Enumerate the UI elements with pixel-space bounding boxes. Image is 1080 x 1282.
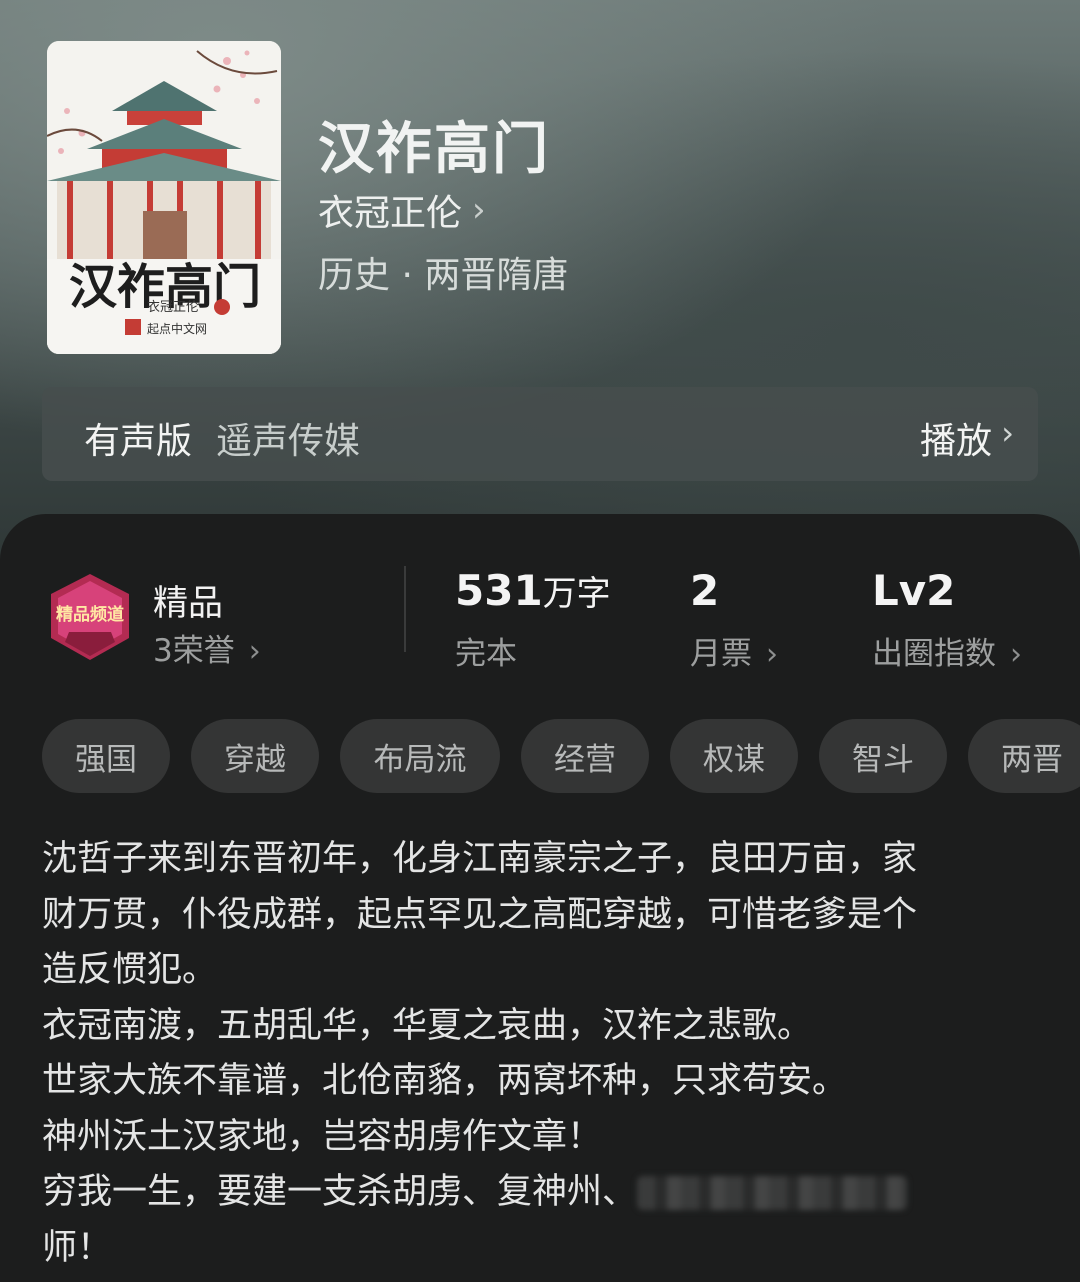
popularity-index-label: 出圈指数 <box>872 636 996 672</box>
tag-list: 强国 穿越 布局流 经营 权谋 智斗 两晋 <box>42 719 1080 793</box>
word-count-unit: 万字 <box>542 574 611 614</box>
play-button[interactable]: 播放 <box>920 412 992 464</box>
book-cover[interactable]: 汉祚高门 衣冠正伦 起点中文网 <box>47 41 281 354</box>
synopsis-line: 造反惯犯。 <box>42 950 218 990</box>
blurred-text-region <box>637 1176 908 1210</box>
premium-channel-badge-icon[interactable]: 精品频道 <box>45 572 135 662</box>
author-link[interactable]: 衣冠正伦 › <box>318 184 486 236</box>
synopsis-line: 师！ <box>42 1227 113 1268</box>
honors-link[interactable]: 3荣誉 › <box>153 625 261 670</box>
audio-edition-bar[interactable]: 有声版 遥声传媒 播放 › <box>42 387 1038 481</box>
popularity-level-value: Lv2 <box>872 566 956 615</box>
synopsis-line-with-redaction: 穷我一生，要建一支杀胡虏、复神州、 <box>42 1165 1032 1221</box>
chevron-right-icon: › <box>248 634 261 669</box>
tag-chip[interactable]: 布局流 <box>340 719 500 793</box>
synopsis-line: 神州沃土汉家地，岂容胡虏作文章！ <box>42 1116 603 1157</box>
chevron-right-icon: › <box>472 190 486 230</box>
cover-illustration: 汉祚高门 衣冠正伦 起点中文网 <box>47 41 281 354</box>
book-title: 汉祚高门 <box>318 116 550 182</box>
popularity-index-link[interactable]: 出圈指数 › <box>872 628 1022 673</box>
author-name: 衣冠正伦 <box>318 193 463 234</box>
chevron-right-icon: › <box>1010 637 1022 672</box>
synopsis-line: 世家大族不靠谱，北伧南貉，两窝坏种，只求苟安。 <box>42 1061 848 1101</box>
word-count: 531万字 <box>455 566 611 615</box>
chevron-right-icon: › <box>1001 414 1014 452</box>
audio-publisher: 遥声传媒 <box>216 421 361 462</box>
synopsis-line: 沈哲子来到东晋初年，化身江南豪宗之子，良田万亩，家 <box>42 839 918 879</box>
monthly-votes-label: 月票 <box>690 636 752 672</box>
tag-chip[interactable]: 穿越 <box>191 719 319 793</box>
chevron-right-icon: › <box>766 637 778 672</box>
tag-chip[interactable]: 经营 <box>521 719 649 793</box>
monthly-votes-link[interactable]: 月票 › <box>690 628 778 673</box>
cover-publisher: 起点中文网 <box>147 321 207 336</box>
tag-chip[interactable]: 智斗 <box>819 719 947 793</box>
synopsis-line: 财万贯，仆役成群，起点罕见之高配穿越，可惜老爹是个 <box>42 894 918 935</box>
honors-count: 3荣誉 <box>153 633 235 669</box>
quality-label: 精品 <box>153 584 224 624</box>
stats-divider <box>404 566 406 652</box>
book-genre: 历史 · 两晋隋唐 <box>318 255 569 296</box>
completion-status: 完本 <box>455 636 517 672</box>
book-synopsis[interactable]: 沈哲子来到东晋初年，化身江南豪宗之子，良田万亩，家 财万贯，仆役成群，起点罕见之… <box>42 832 1032 1276</box>
tag-chip[interactable]: 两晋 <box>968 719 1080 793</box>
word-count-value: 531 <box>455 566 543 615</box>
synopsis-line: 衣冠南渡，五胡乱华，华夏之哀曲，汉祚之悲歌。 <box>42 1005 813 1046</box>
audio-label: 有声版 <box>84 421 193 462</box>
tag-chip[interactable]: 强国 <box>42 719 170 793</box>
cover-author: 衣冠正伦 <box>147 299 199 315</box>
monthly-votes-value: 2 <box>690 566 720 615</box>
badge-text: 精品频道 <box>56 604 124 625</box>
tag-chip[interactable]: 权谋 <box>670 719 798 793</box>
synopsis-line: 穷我一生，要建一支杀胡虏、复神州、 <box>42 1172 638 1212</box>
